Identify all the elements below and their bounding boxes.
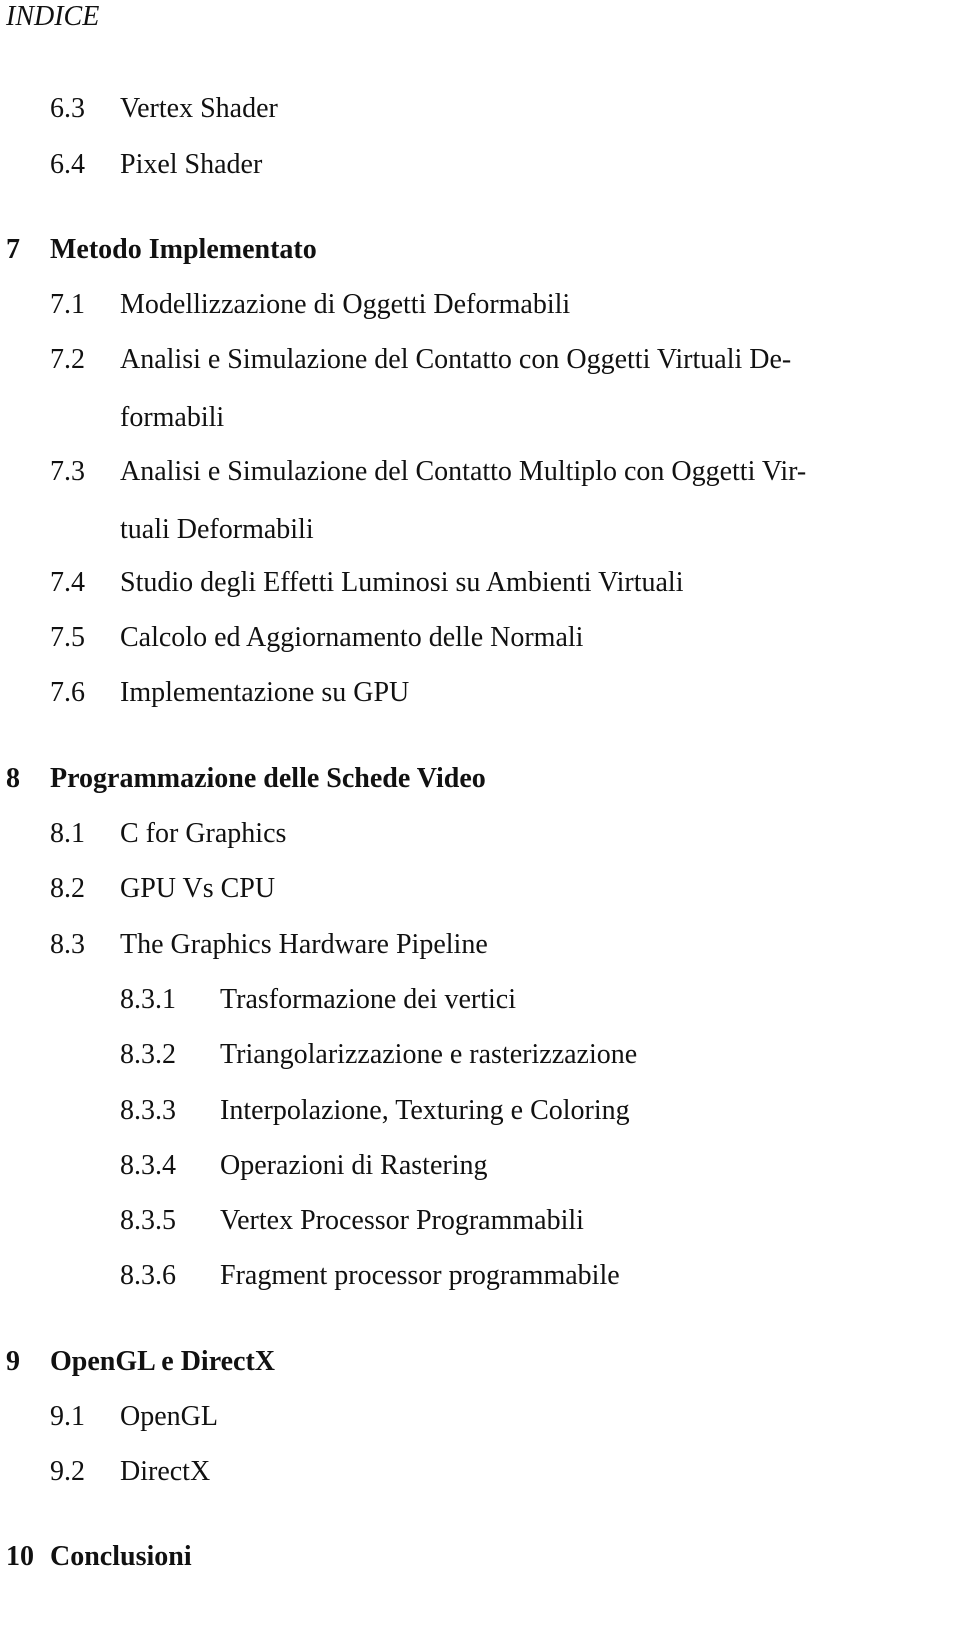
toc-entry-8-3-1[interactable]: 8.3.1 Trasformazione dei vertici <box>120 983 516 1017</box>
section-title: GPU Vs CPU <box>120 873 276 904</box>
section-title: Pixel Shader <box>120 149 263 180</box>
subsection-number: 8.3.5 <box>120 1205 176 1236</box>
toc-entry-8-3-6[interactable]: 8.3.6 Fragment processor programmabile <box>120 1259 620 1293</box>
chapter-number: 8 <box>6 763 20 794</box>
section-title: DirectX <box>120 1456 211 1487</box>
toc-chapter-9[interactable]: 9 OpenGL e DirectX <box>6 1345 275 1379</box>
chapter-title: Programmazione delle Schede Video <box>50 763 486 794</box>
subsection-number: 8.3.3 <box>120 1095 176 1126</box>
section-title: Modellizzazione di Oggetti Deformabili <box>120 289 571 320</box>
section-number: 7.3 <box>50 456 85 487</box>
toc-chapter-10[interactable]: 10 Conclusioni <box>6 1540 192 1574</box>
section-number: 8.1 <box>50 818 85 849</box>
section-number: 7.6 <box>50 677 85 708</box>
section-number: 8.3 <box>50 929 85 960</box>
section-title: Analisi e Simulazione del Contatto Multi… <box>120 456 807 487</box>
toc-entry-7-1[interactable]: 7.1 Modellizzazione di Oggetti Deformabil… <box>50 288 570 322</box>
toc-entry-8-2[interactable]: 8.2 GPU Vs CPU <box>50 872 275 906</box>
subsection-title: Interpolazione, Texturing e Coloring <box>220 1095 630 1126</box>
toc-entry-6-4[interactable]: 6.4 Pixel Shader <box>50 148 262 182</box>
section-number: 9.2 <box>50 1456 85 1487</box>
toc-entry-8-3-3[interactable]: 8.3.3 Interpolazione, Texturing e Colorin… <box>120 1094 630 1128</box>
chapter-title: Metodo Implementato <box>50 234 317 265</box>
section-title: Studio degli Effetti Luminosi su Ambient… <box>120 567 684 598</box>
subsection-number: 8.3.1 <box>120 984 176 1015</box>
section-number: 7.2 <box>50 344 85 375</box>
running-header: INDICE <box>6 1 100 32</box>
section-title: OpenGL <box>120 1401 218 1432</box>
chapter-number: 9 <box>6 1346 20 1377</box>
chapter-number: 10 <box>6 1541 34 1572</box>
chapter-title: OpenGL e DirectX <box>50 1346 276 1377</box>
toc-entry-9-1[interactable]: 9.1 OpenGL <box>50 1400 218 1434</box>
toc-entry-7-4[interactable]: 7.4 Studio degli Effetti Luminosi su Ambi… <box>50 566 684 600</box>
section-title-continuation: formabili <box>120 402 225 433</box>
toc-entry-9-2[interactable]: 9.2 DirectX <box>50 1455 210 1489</box>
section-number: 7.1 <box>50 289 85 320</box>
section-number: 6.3 <box>50 93 85 124</box>
subsection-title: Trasformazione dei vertici <box>220 984 516 1015</box>
subsection-title: Vertex Processor Programmabili <box>220 1205 584 1236</box>
subsection-number: 8.3.2 <box>120 1039 176 1070</box>
toc-entry-8-3-2[interactable]: 8.3.2 Triangolarizzazione e rasterizzazio… <box>120 1038 637 1072</box>
chapter-title: Conclusioni <box>50 1541 192 1572</box>
toc-entry-8-3[interactable]: 8.3 The Graphics Hardware Pipeline <box>50 928 488 962</box>
section-number: 7.5 <box>50 622 85 653</box>
section-title: Vertex Shader <box>120 93 278 124</box>
toc-entry-6-3[interactable]: 6.3 Vertex Shader <box>50 92 278 126</box>
subsection-title: Triangolarizzazione e rasterizzazione <box>220 1039 638 1070</box>
section-number: 8.2 <box>50 873 85 904</box>
subsection-number: 8.3.6 <box>120 1260 176 1291</box>
subsection-title: Operazioni di Rastering <box>220 1150 488 1181</box>
section-number: 9.1 <box>50 1401 85 1432</box>
section-title-continuation: tuali Deformabili <box>120 514 314 545</box>
toc-entry-8-3-5[interactable]: 8.3.5 Vertex Processor Programmabili <box>120 1204 584 1238</box>
section-title: Calcolo ed Aggiornamento delle Normali <box>120 622 584 653</box>
toc-chapter-7[interactable]: 7 Metodo Implementato <box>6 233 317 267</box>
toc-entry-7-5[interactable]: 7.5 Calcolo ed Aggiornamento delle Normal… <box>50 621 583 655</box>
section-title: Implementazione su GPU <box>120 677 410 708</box>
toc-entry-8-1[interactable]: 8.1 C for Graphics <box>50 817 286 851</box>
subsection-title: Fragment processor programmabile <box>220 1260 620 1291</box>
chapter-number: 7 <box>6 234 20 265</box>
section-title: The Graphics Hardware Pipeline <box>120 929 488 960</box>
toc-chapter-8[interactable]: 8 Programmazione delle Schede Video <box>6 762 486 796</box>
toc-entry-7-3[interactable]: 7.3 Analisi e Simulazione del Contatto Mu… <box>50 455 806 547</box>
toc-entry-7-6[interactable]: 7.6 Implementazione su GPU <box>50 676 409 710</box>
section-title: Analisi e Simulazione del Contatto con O… <box>120 344 792 375</box>
section-number: 6.4 <box>50 149 85 180</box>
toc-entry-8-3-4[interactable]: 8.3.4 Operazioni di Rastering <box>120 1149 487 1183</box>
section-title: C for Graphics <box>120 818 287 849</box>
section-number: 7.4 <box>50 567 85 598</box>
toc-entry-7-2[interactable]: 7.2 Analisi e Simulazione del Contatto co… <box>50 343 791 435</box>
subsection-number: 8.3.4 <box>120 1150 176 1181</box>
